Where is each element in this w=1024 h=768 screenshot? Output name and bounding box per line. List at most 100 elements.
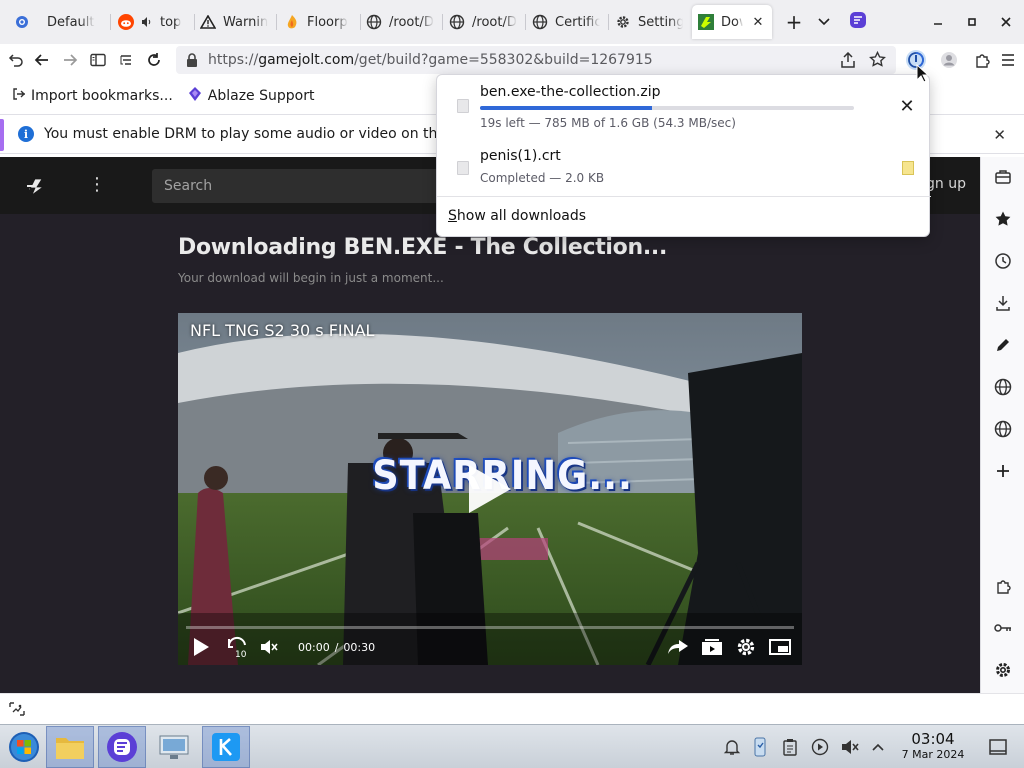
download-filename: ben.exe-the-collection.zip	[480, 84, 661, 100]
sidebar-toggle-icon[interactable]	[86, 48, 110, 72]
file-icon	[457, 99, 469, 113]
volume-muted-icon[interactable]	[258, 635, 280, 659]
web-page: ⋮ Search Sign up Downloading BEN.EXE - T…	[0, 157, 980, 693]
tab-strip: Default top Warning Floorp /root/D	[0, 0, 1024, 44]
kdeconnect-tray-icon[interactable]	[750, 737, 770, 757]
bookmark-label: Ablaze Support	[207, 88, 315, 104]
floorp-icon	[284, 14, 300, 30]
tab-warning[interactable]: Warning	[194, 5, 274, 39]
close-tab-icon[interactable]: ✕	[750, 14, 766, 30]
downloads-panel: ben.exe-the-collection.zip 19s left — 78…	[436, 74, 931, 237]
download-item-crt[interactable]: penis(1).crt Completed — 2.0 KB	[437, 138, 931, 198]
sidebar-passwords-key-icon[interactable]	[992, 617, 1014, 639]
taskbar-floorp-browser[interactable]	[98, 726, 146, 768]
bookmark-import[interactable]: Import bookmarks...	[12, 87, 173, 105]
reload-button[interactable]	[142, 48, 166, 72]
system-clock[interactable]: 03:04 7 Mar 2024	[898, 731, 968, 762]
browser-sidebar	[980, 157, 1024, 693]
forward-button[interactable]	[58, 48, 82, 72]
video-time: 00:00 / 00:30	[298, 641, 375, 654]
clock-time: 03:04	[911, 730, 955, 748]
tab-label: /root/D	[389, 14, 434, 30]
settings-gear-icon[interactable]	[734, 635, 758, 659]
close-icon[interactable]: ✕	[993, 126, 1006, 144]
tab-label: top	[160, 14, 182, 30]
taskbar-kde-connect[interactable]	[202, 726, 250, 768]
app-menu-icon[interactable]	[996, 48, 1020, 72]
tab-floorp[interactable]: Floorp	[278, 5, 358, 39]
screenshot-crop-icon[interactable]	[8, 701, 26, 721]
skip-back-icon[interactable]: 10	[224, 635, 250, 659]
tab-label: Floorp	[307, 14, 348, 30]
share-video-icon[interactable]	[666, 635, 690, 659]
minimize-button[interactable]	[926, 10, 950, 34]
download-item-zip[interactable]: ben.exe-the-collection.zip 19s left — 78…	[437, 75, 931, 135]
show-all-downloads-button[interactable]: Show all downloads	[448, 208, 586, 224]
tab-reddit[interactable]: top	[112, 5, 192, 39]
lock-icon[interactable]	[186, 53, 198, 67]
tab-root-2[interactable]: /root/D	[443, 5, 523, 39]
globe-icon	[449, 14, 465, 30]
play-icon[interactable]	[461, 461, 517, 517]
media-player-icon[interactable]	[810, 737, 830, 757]
sidebar-downloads-icon[interactable]	[992, 292, 1014, 314]
sidebar-add-panel-icon[interactable]	[992, 460, 1014, 482]
folder-icon[interactable]	[902, 161, 914, 175]
sidebar-history-icon[interactable]	[992, 250, 1014, 272]
sidebar-web-panel-globe-icon[interactable]	[992, 418, 1014, 440]
warning-icon	[200, 14, 216, 30]
bookmark-star-icon[interactable]	[869, 50, 886, 72]
close-window-button[interactable]	[994, 10, 1018, 34]
gear-icon	[615, 14, 631, 30]
undo-close-icon[interactable]	[4, 48, 28, 72]
bookmark-label: Import bookmarks...	[31, 88, 173, 104]
gamejolt-logo-icon[interactable]	[24, 175, 46, 197]
site-search-input[interactable]: Search	[152, 169, 452, 203]
clipboard-icon[interactable]	[780, 737, 800, 757]
account-avatar-icon[interactable]	[937, 48, 961, 72]
sidebar-settings-gear-icon[interactable]	[992, 659, 1014, 681]
maximize-button[interactable]	[960, 10, 984, 34]
tab-downloading[interactable]: Dow ✕	[692, 5, 772, 39]
floorp-account-icon[interactable]	[846, 8, 870, 32]
speaker-icon[interactable]	[141, 14, 153, 30]
chevron-down-icon[interactable]	[812, 10, 836, 34]
start-menu-button[interactable]	[0, 726, 48, 768]
taskbar-system-settings[interactable]	[150, 726, 198, 768]
sidebar-bookmarks-star-icon[interactable]	[992, 208, 1014, 230]
tab-settings[interactable]: Setting	[609, 5, 689, 39]
sidebar-briefcase-icon[interactable]	[992, 166, 1014, 188]
divider	[437, 196, 931, 197]
bookmark-ablaze-support[interactable]: Ablaze Support	[187, 86, 315, 106]
cancel-download-icon[interactable]: ✕	[896, 95, 918, 117]
tab-root-1[interactable]: /root/D	[360, 5, 440, 39]
miniplayer-icon[interactable]	[768, 635, 792, 659]
more-options-icon[interactable]: ⋮	[88, 174, 106, 196]
sidebar-notes-pencil-icon[interactable]	[992, 334, 1014, 356]
tab-label: /root/D	[472, 14, 517, 30]
extensions-icon[interactable]	[970, 48, 994, 72]
tree-style-tab-icon[interactable]	[114, 48, 138, 72]
new-tab-button[interactable]: +	[782, 10, 806, 34]
play-button[interactable]	[190, 635, 212, 659]
notifications-bell-icon[interactable]	[722, 737, 742, 757]
floorp-icon	[187, 86, 203, 106]
url-text[interactable]: https://gamejolt.com/get/build?game=5583…	[208, 52, 653, 68]
tab-default[interactable]: Default	[8, 5, 108, 39]
watch-later-icon[interactable]	[700, 635, 724, 659]
volume-muted-icon[interactable]	[840, 737, 860, 757]
share-icon[interactable]	[840, 51, 856, 72]
taskbar-file-manager[interactable]	[46, 726, 94, 768]
back-button[interactable]	[30, 48, 54, 72]
sidebar-web-panel-globe-icon[interactable]	[992, 376, 1014, 398]
address-bar[interactable]: https://gamejolt.com/get/build?game=5583…	[176, 46, 896, 74]
import-icon	[12, 87, 26, 105]
page-title: Downloading BEN.EXE - The Collection...	[178, 235, 668, 260]
mouse-cursor-icon	[916, 64, 930, 83]
chevron-up-icon[interactable]	[868, 737, 888, 757]
svg-text:10: 10	[235, 650, 247, 659]
sidebar-extensions-icon[interactable]	[992, 575, 1014, 597]
show-desktop-icon[interactable]	[988, 737, 1008, 757]
tab-certificate[interactable]: Certific	[526, 5, 606, 39]
video-player[interactable]: NFL TNG S2 30 s FINAL STARRING... 10 00:…	[178, 313, 802, 665]
